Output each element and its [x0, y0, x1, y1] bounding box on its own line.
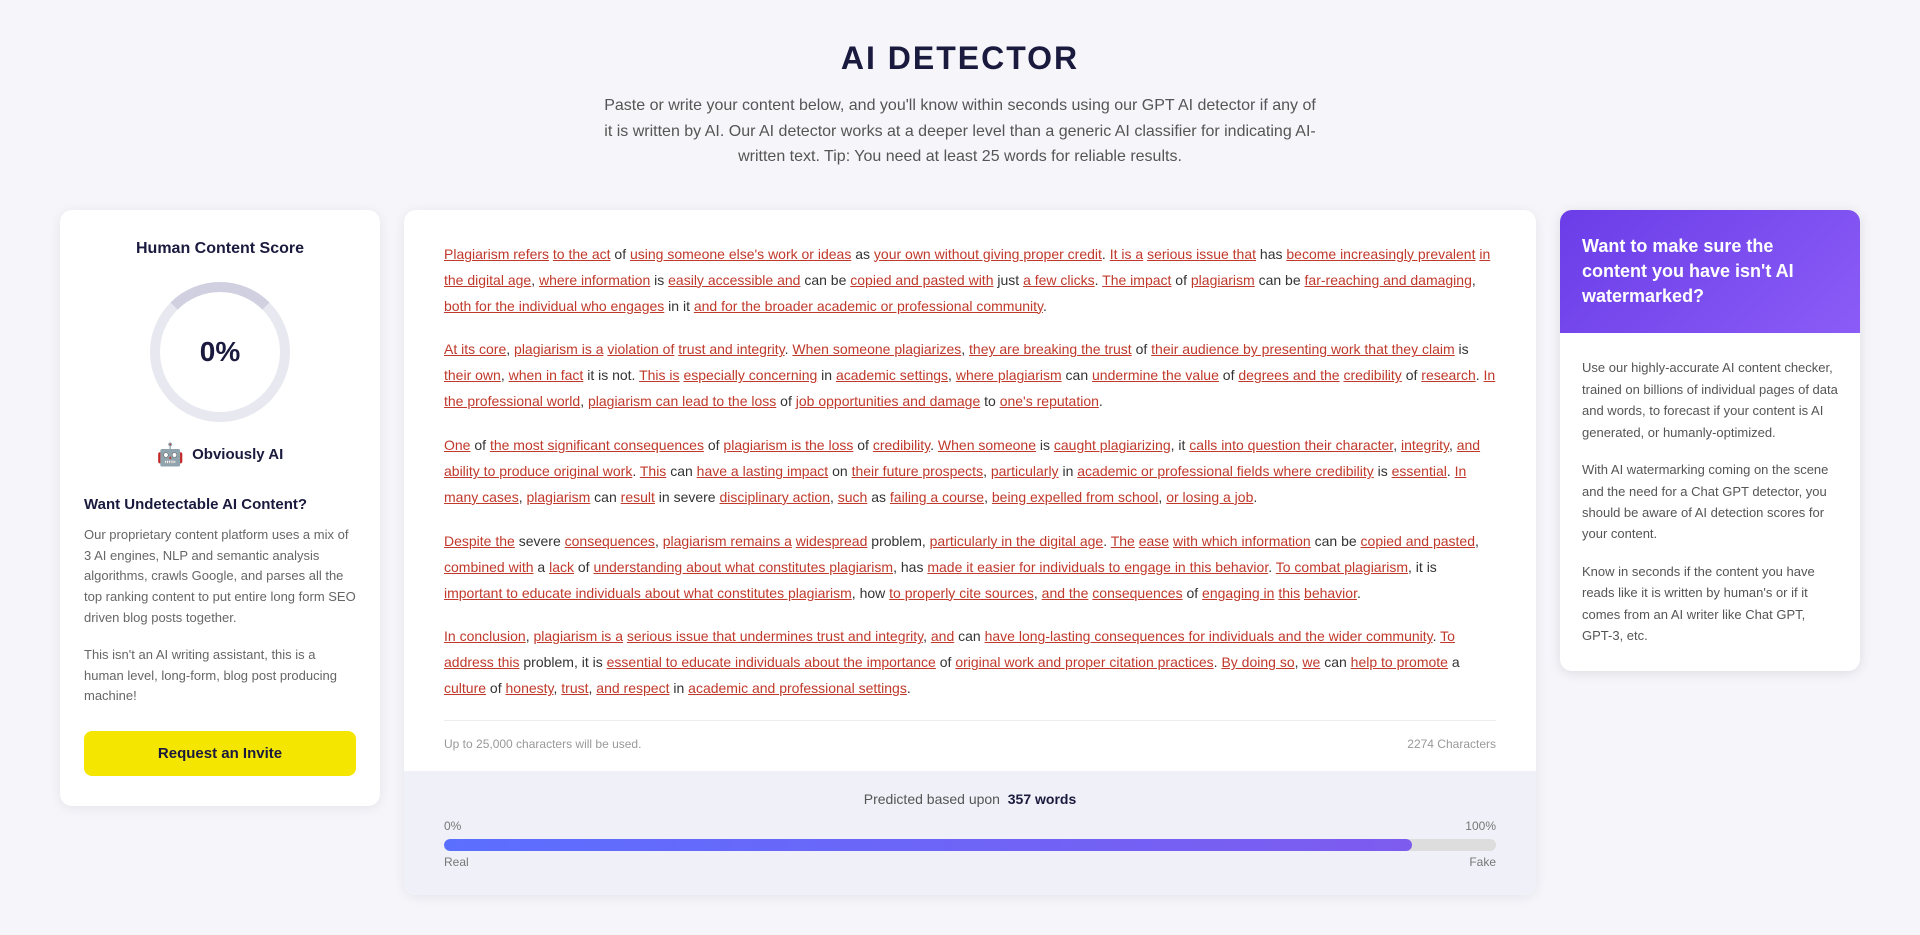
bar-real-label: Real: [444, 855, 469, 869]
paragraph-2: At its core, plagiarism is a violation o…: [444, 337, 1496, 415]
score-circle: 0%: [150, 282, 290, 422]
center-panel: Plagiarism refers to the act of using so…: [404, 210, 1536, 895]
character-count-bar: Up to 25,000 characters will be used. 22…: [444, 720, 1496, 751]
bar-sublabels: Real Fake: [444, 855, 1496, 869]
ai-label-text: Obviously AI: [192, 446, 283, 463]
right-panel-p1: Use our highly-accurate AI content check…: [1582, 357, 1838, 443]
right-panel-header: Want to make sure the content you have i…: [1560, 210, 1860, 334]
main-layout: Human Content Score 0% 🤖 Obviously AI Wa…: [60, 210, 1860, 895]
left-panel: Human Content Score 0% 🤖 Obviously AI Wa…: [60, 210, 380, 806]
score-circle-wrapper: 0%: [84, 282, 356, 422]
robot-icon: 🤖: [157, 442, 184, 468]
score-value: 0%: [200, 336, 240, 368]
page-title: AI DETECTOR: [60, 40, 1860, 77]
human-score-title: Human Content Score: [84, 240, 356, 258]
paragraph-1: Plagiarism refers to the act of using so…: [444, 242, 1496, 320]
bar-fake-label: Fake: [1469, 855, 1496, 869]
uai-title: Want Undetectable AI Content?: [84, 496, 356, 513]
bar-left-percent: 0%: [444, 819, 461, 833]
progress-bar-fill: [444, 839, 1412, 851]
page-header: AI DETECTOR Paste or write your content …: [60, 40, 1860, 170]
prediction-words: 357 words: [1008, 791, 1076, 807]
request-invite-button[interactable]: Request an Invite: [84, 731, 356, 776]
paragraph-3: One of the most significant consequences…: [444, 433, 1496, 511]
right-panel-p2: With AI watermarking coming on the scene…: [1582, 459, 1838, 545]
progress-bar-track: [444, 839, 1496, 851]
content-text-area[interactable]: Plagiarism refers to the act of using so…: [444, 242, 1496, 702]
ai-label: 🤖 Obviously AI: [84, 442, 356, 468]
right-panel: Want to make sure the content you have i…: [1560, 210, 1860, 671]
page-subtitle: Paste or write your content below, and y…: [600, 93, 1320, 170]
paragraph-5: In conclusion, plagiarism is a serious i…: [444, 624, 1496, 702]
uai-description: Our proprietary content platform uses a …: [84, 525, 356, 629]
bar-right-percent: 100%: [1465, 819, 1496, 833]
prediction-label: Predicted based upon 357 words: [444, 791, 1496, 807]
character-limit-label: Up to 25,000 characters will be used.: [444, 737, 641, 751]
character-count: 2274 Characters: [1407, 737, 1496, 751]
right-panel-p3: Know in seconds if the content you have …: [1582, 561, 1838, 647]
right-panel-title: Want to make sure the content you have i…: [1582, 234, 1838, 310]
bar-labels: 0% 100%: [444, 819, 1496, 833]
right-panel-body: Use our highly-accurate AI content check…: [1560, 333, 1860, 670]
prediction-bar-wrapper: Predicted based upon 357 words 0% 100% R…: [404, 771, 1536, 895]
paragraph-4: Despite the severe consequences, plagiar…: [444, 529, 1496, 607]
uai-note: This isn't an AI writing assistant, this…: [84, 645, 356, 707]
